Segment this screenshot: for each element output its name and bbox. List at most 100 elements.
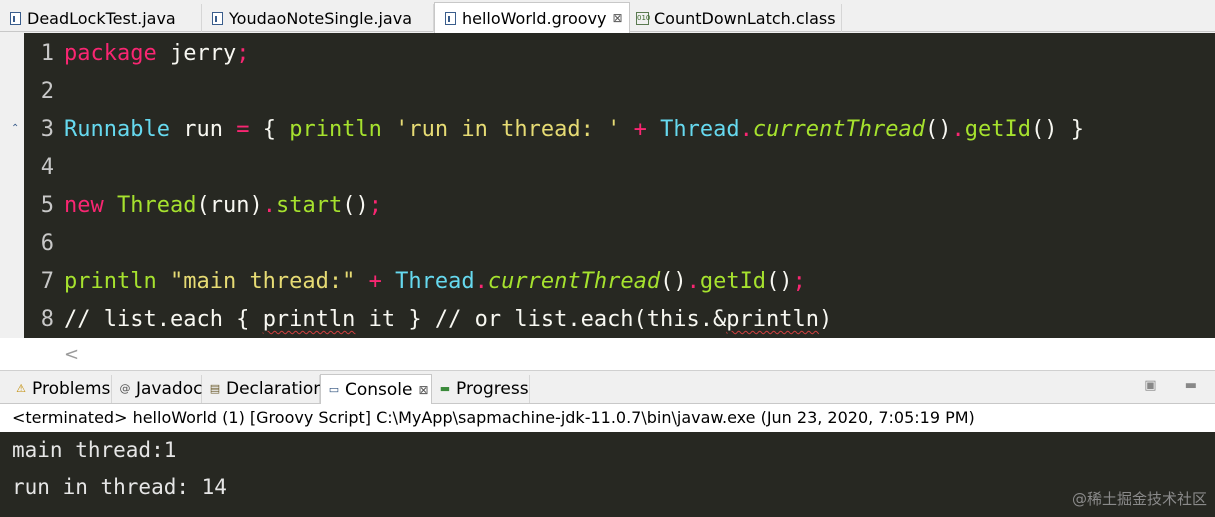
declaration-icon: ▤: [209, 382, 221, 395]
code-token: Runnable: [64, 117, 170, 142]
code-token: (): [342, 193, 369, 218]
line-number: 4: [40, 155, 54, 180]
panel-window-controls[interactable]: ▣ ▬: [1144, 378, 1209, 393]
code-line[interactable]: 2: [24, 73, 1215, 111]
code-token: 'run in thread: ': [395, 117, 621, 142]
code-token: getId: [699, 269, 767, 294]
line-number: 1: [40, 41, 54, 66]
code-token: println: [726, 307, 819, 332]
tab-youdaonotesingle[interactable]: YoudaoNoteSingle.java: [202, 4, 434, 32]
code-token: package: [64, 41, 157, 66]
close-icon[interactable]: ⊠: [419, 383, 429, 397]
close-icon[interactable]: ⊠: [613, 11, 623, 25]
line-number: 8: [40, 307, 54, 332]
code-token: ;: [236, 41, 250, 66]
tab-problems[interactable]: ⚠ Problems: [8, 375, 112, 403]
code-token: .: [686, 269, 700, 294]
code-line[interactable]: 6: [24, 225, 1215, 263]
tab-javadoc[interactable]: @ Javadoc: [112, 375, 202, 403]
code-token: (): [925, 117, 952, 142]
fold-icon[interactable]: ⌃: [11, 123, 19, 134]
code-line[interactable]: 7 println "main thread:" + Thread.current…: [24, 263, 1215, 301]
code-token: "main thread:": [169, 269, 356, 294]
code-token: .: [474, 269, 488, 294]
tab-helloworld-groovy[interactable]: helloWorld.groovy ⊠: [434, 2, 630, 33]
code-token: ;: [368, 193, 382, 218]
code-token: {: [249, 117, 290, 142]
watermark: @稀土掘金技术社区: [1071, 490, 1207, 508]
tab-label: Problems: [32, 379, 111, 399]
console-process-status: <terminated> helloWorld (1) [Groovy Scri…: [0, 404, 1215, 432]
line-number: 2: [40, 79, 54, 104]
code-token: (): [660, 269, 687, 294]
tab-progress[interactable]: ▬ Progress: [432, 375, 530, 403]
code-token: currentThread: [752, 117, 926, 142]
tab-declaration[interactable]: ▤ Declaration: [202, 375, 324, 403]
console-line: main thread:1: [12, 438, 177, 462]
code-token: +: [368, 269, 382, 294]
code-token: Thread: [117, 193, 197, 218]
tab-label: Console: [345, 379, 413, 400]
progress-icon: ▬: [439, 382, 451, 395]
tab-deadlocktest[interactable]: DeadLockTest.java: [0, 4, 202, 32]
bottom-panel-tab-bar: ⚠ Problems @ Javadoc ▤ Declaration ▭ Con…: [0, 373, 1215, 404]
code-token: getId: [964, 117, 1031, 142]
scroll-left-icon[interactable]: <: [64, 344, 79, 365]
editor-tab-bar: DeadLockTest.java YoudaoNoteSingle.java …: [0, 0, 1215, 33]
code-token: println: [289, 117, 382, 142]
code-token: .: [262, 193, 276, 218]
code-token: +: [633, 117, 647, 142]
tab-label: DeadLockTest.java: [27, 8, 176, 28]
tab-label: YoudaoNoteSingle.java: [229, 8, 412, 28]
code-token: println: [262, 307, 356, 332]
line-number: 6: [40, 231, 54, 256]
code-line[interactable]: 1 package jerry;: [24, 35, 1215, 73]
code-editor[interactable]: ⌃ 1 package jerry; 2 3 Runnable run = { prin…: [0, 33, 1215, 371]
code-token: new: [64, 193, 104, 218]
line-number: 5: [40, 193, 54, 218]
tab-label: Progress: [456, 379, 529, 399]
tab-console[interactable]: ▭ Console ⊠: [320, 374, 432, 404]
editor-ruler: ⌃: [0, 33, 24, 338]
line-number: 3: [40, 117, 54, 142]
code-token: ): [819, 307, 833, 332]
tab-label: CountDownLatch.class: [654, 8, 836, 28]
code-token: (run): [196, 193, 263, 218]
code-token: println: [64, 269, 157, 294]
code-token: run: [169, 117, 237, 142]
code-token: (): [766, 269, 793, 294]
tab-label: Declaration: [226, 379, 325, 399]
code-token: .: [739, 117, 753, 142]
code-token: =: [236, 117, 250, 142]
console-icon: ▭: [328, 382, 340, 396]
code-line[interactable]: 5 new Thread(run).start();: [24, 187, 1215, 225]
code-token: Thread: [660, 117, 740, 142]
code-token: ;: [792, 269, 806, 294]
code-token: Thread: [395, 269, 475, 294]
java-file-icon: [212, 11, 223, 25]
console-output[interactable]: main thread:1 run in thread: 14: [0, 432, 1215, 517]
java-file-icon: [10, 11, 21, 25]
code-line[interactable]: 8 // list.each { println it } // or list.…: [24, 301, 1215, 339]
code-token: () }: [1031, 117, 1084, 142]
tab-label: helloWorld.groovy: [462, 8, 607, 28]
tab-countdownlatch[interactable]: 010 CountDownLatch.class: [630, 4, 842, 32]
code-token: start: [275, 193, 343, 218]
code-token: .: [951, 117, 965, 142]
line-number: 7: [40, 269, 54, 294]
code-token: jerry: [156, 41, 237, 66]
horizontal-scrollbar[interactable]: <: [0, 338, 1215, 371]
code-line[interactable]: 3 Runnable run = { println 'run in thread…: [24, 111, 1215, 149]
code-token: currentThread: [487, 269, 661, 294]
javadoc-icon: @: [119, 382, 131, 395]
groovy-file-icon: [445, 11, 456, 25]
code-line[interactable]: 4: [24, 149, 1215, 187]
code-area[interactable]: 1 package jerry; 2 3 Runnable run = { printl…: [24, 33, 1215, 338]
